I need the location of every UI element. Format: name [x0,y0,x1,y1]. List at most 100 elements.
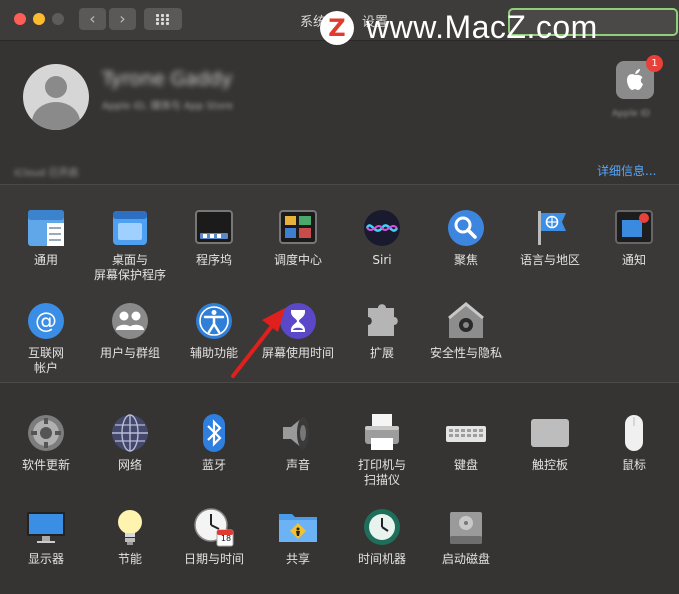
sharing-icon [279,514,317,542]
screen-time-icon [280,303,316,339]
pane-label: 日期与时间 [183,552,244,566]
pane-label: 语言与地区 [519,253,580,267]
software-update-icon [28,415,64,451]
pane-language-region[interactable]: 语言与地区 [507,207,593,295]
pane-label: 打印机与 扫描仪 [357,458,406,487]
avatar-body [32,102,80,130]
close-window-button[interactable] [14,13,26,25]
pane-label: 聚焦 [453,253,478,267]
keyboard-icon [446,426,486,442]
siri-icon [364,210,400,246]
pane-label: 时间机器 [357,552,406,566]
pane-label: 软件更新 [21,458,70,472]
network-icon [112,414,148,452]
calendar-date: 18 [220,534,232,543]
watermark-logo: Z [320,11,354,45]
preferences-section-hardware: 软件更新 网络 蓝牙 声音 打印机与 扫描仪 键盘 触控板 鼠标 显示器 节能 … [0,382,679,585]
pane-network[interactable]: 网络 [87,412,173,500]
pane-keyboard[interactable]: 键盘 [423,412,509,500]
icloud-status: iCloud 已开启 [14,168,79,179]
desktop-screensaver-icon [113,211,147,245]
pane-label: Siri [372,253,392,267]
language-region-icon [538,211,566,245]
pane-screen-time[interactable]: 屏幕使用时间 [255,300,341,388]
pane-general[interactable]: 通用 [3,207,89,295]
pane-label: 蓝牙 [201,458,226,472]
pane-label: 安全性与隐私 [429,346,502,360]
pane-label: 用户与群组 [99,346,160,360]
pane-siri[interactable]: Siri [339,207,425,295]
pane-label: 程序坞 [195,253,232,267]
pane-label: 桌面与 屏幕保护程序 [93,253,166,282]
pane-label: 互联网 帐户 [27,346,64,375]
time-machine-icon [364,509,400,545]
pane-label: 显示器 [27,552,64,566]
pane-users-groups[interactable]: 用户与群组 [87,300,173,388]
pane-label: 调度中心 [273,253,322,267]
svg-text:@: @ [35,309,57,334]
extensions-icon [368,304,398,336]
details-link[interactable]: 详细信息... [597,162,656,179]
pane-label: 启动磁盘 [441,552,490,566]
energy-saver-icon [118,510,142,545]
startup-disk-icon [450,512,482,544]
pane-label: 通用 [33,253,58,267]
pane-mouse[interactable]: 鼠标 [591,412,677,500]
pane-trackpad[interactable]: 触控板 [507,412,593,500]
pane-notifications[interactable]: 通知 [591,207,677,295]
avatar-head [45,76,67,98]
pane-startup-disk[interactable]: 启动磁盘 [423,506,509,594]
printers-scanners-icon [365,414,399,450]
pane-sharing[interactable]: 共享 [255,506,341,594]
notifications-icon [615,210,653,244]
pane-desktop[interactable]: 桌面与 屏幕保护程序 [87,207,173,295]
pane-label: 键盘 [453,458,478,472]
show-all-button[interactable] [144,8,182,30]
pane-accessibility[interactable]: 辅助功能 [171,300,257,388]
pane-internet-accounts[interactable]: @ 互联网 帐户 [3,300,89,388]
pane-time-machine[interactable]: 时间机器 [339,506,425,594]
displays-icon [27,512,65,543]
sound-icon [283,417,309,449]
profile-section: Tyrone Gaddy Apple ID, 媒体与 App Store 1 A… [0,41,679,197]
back-button[interactable]: ‹ [79,8,106,30]
pane-bluetooth[interactable]: 蓝牙 [171,412,257,500]
forward-button[interactable]: › [109,8,136,30]
pane-security-privacy[interactable]: 安全性与隐私 [423,300,509,388]
pane-label: 网络 [117,458,142,472]
pane-sound[interactable]: 声音 [255,412,341,500]
pane-label: 通知 [621,253,646,267]
zoom-window-button[interactable] [52,13,64,25]
bluetooth-icon [203,414,225,452]
dock-icon [195,210,233,244]
accessibility-icon [196,303,232,339]
spotlight-icon [448,210,484,246]
pane-displays[interactable]: 显示器 [3,506,89,594]
preferences-section-personal: 通用 桌面与 屏幕保护程序 程序坞 调度中心 Siri 聚焦 语言与地区 通知 … [0,184,679,383]
notification-badge: 1 [646,55,663,72]
pane-mission-control[interactable]: 调度中心 [255,207,341,295]
apple-id-label: Apple ID [612,109,651,119]
minimize-window-button[interactable] [33,13,45,25]
pane-energy-saver[interactable]: 节能 [87,506,173,594]
user-avatar[interactable] [23,64,89,130]
pane-label: 屏幕使用时间 [261,346,334,360]
trackpad-icon [531,419,569,447]
pane-spotlight[interactable]: 聚焦 [423,207,509,295]
user-name: Tyrone Gaddy [102,68,233,90]
pane-software-update[interactable]: 软件更新 [3,412,89,500]
pane-dock[interactable]: 程序坞 [171,207,257,295]
pane-extensions[interactable]: 扩展 [339,300,425,388]
pane-label: 触控板 [531,458,568,472]
pane-label: 节能 [117,552,142,566]
apple-logo-icon [627,69,643,90]
users-groups-icon [112,303,148,339]
mission-control-icon [279,210,317,244]
pane-date-time[interactable]: 18 日期与时间 [171,506,257,594]
mouse-icon [625,415,643,451]
pane-label: 共享 [285,552,310,566]
pane-label: 鼠标 [621,458,646,472]
pane-printers-scanners[interactable]: 打印机与 扫描仪 [339,412,425,500]
user-subtitle: Apple ID, 媒体与 App Store [102,101,233,112]
pane-label: 声音 [285,458,310,472]
